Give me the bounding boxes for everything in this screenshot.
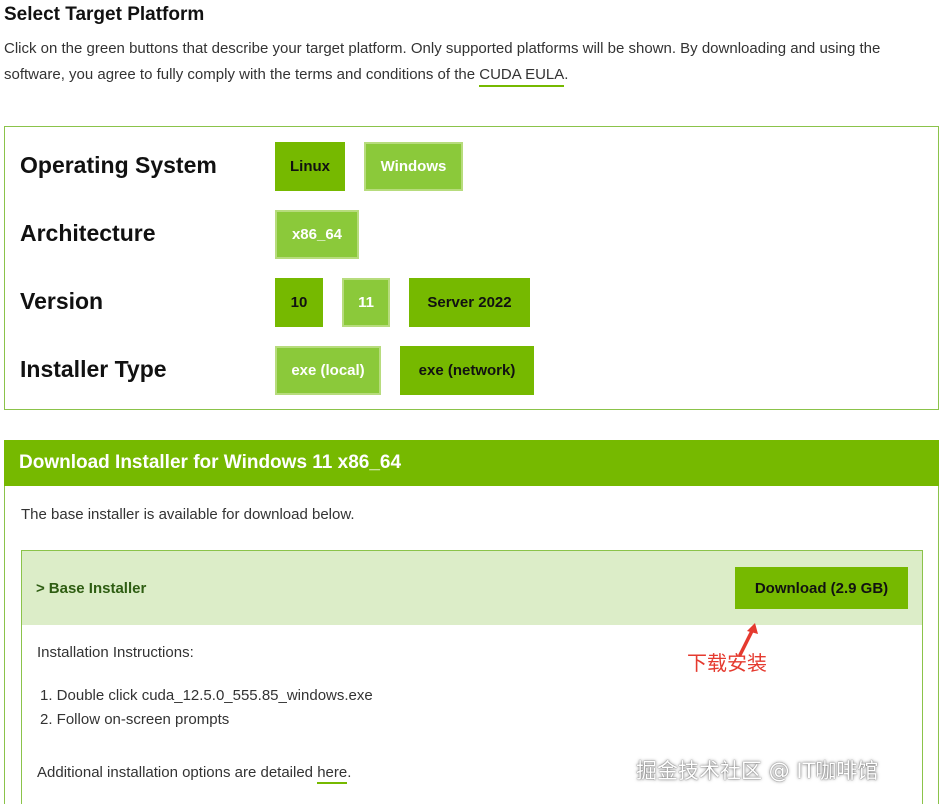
version-option-server-2022[interactable]: Server 2022 (409, 278, 530, 327)
installation-step: 2. Follow on-screen prompts (40, 711, 230, 728)
page-title: Select Target Platform (4, 4, 205, 25)
platform-selector: Operating System Linux Windows Architect… (4, 126, 939, 410)
download-annotation: 下载安装 (687, 651, 767, 675)
additional-options-end: . (347, 764, 352, 781)
installation-instructions-label: Installation Instructions: (37, 644, 194, 661)
arch-option-x86-64[interactable]: x86_64 (275, 210, 359, 259)
download-description: The base installer is available for down… (21, 506, 355, 523)
watermark: 掘金技术社区 @ IT咖啡馆 (636, 759, 879, 783)
chevron-right-icon: > (36, 580, 45, 597)
download-header: Download Installer for Windows 11 x86_64 (4, 440, 939, 486)
os-option-windows[interactable]: Windows (364, 142, 463, 191)
os-label: Operating System (20, 152, 217, 178)
base-installer-header: > Base Installer Download (2.9 GB) (22, 551, 922, 625)
intro-end: . (564, 66, 569, 83)
cuda-eula-link[interactable]: CUDA EULA (479, 66, 565, 87)
base-installer-title: Base Installer (48, 580, 147, 597)
installation-steps: 1. Double click cuda_12.5.0_555.85_windo… (40, 684, 373, 732)
version-option-11[interactable]: 11 (342, 278, 390, 327)
version-label: Version (20, 288, 104, 314)
os-option-linux[interactable]: Linux (275, 142, 345, 191)
installation-step: 1. Double click cuda_12.5.0_555.85_windo… (40, 687, 373, 704)
download-button[interactable]: Download (2.9 GB) (735, 567, 908, 609)
installer-option-exe-local[interactable]: exe (local) (275, 346, 381, 395)
additional-options-body: Additional installation options are deta… (37, 764, 318, 781)
here-link[interactable]: here (317, 764, 348, 784)
installer-option-exe-network[interactable]: exe (network) (400, 346, 534, 395)
intro-body: Click on the green buttons that describe… (4, 40, 881, 83)
additional-options-text: Additional installation options are deta… (37, 764, 352, 784)
installer-type-label: Installer Type (20, 356, 167, 382)
intro-text: Click on the green buttons that describe… (4, 36, 938, 88)
version-option-10[interactable]: 10 (275, 278, 323, 327)
arch-label: Architecture (20, 220, 156, 246)
base-installer-toggle[interactable]: > Base Installer (36, 580, 146, 597)
